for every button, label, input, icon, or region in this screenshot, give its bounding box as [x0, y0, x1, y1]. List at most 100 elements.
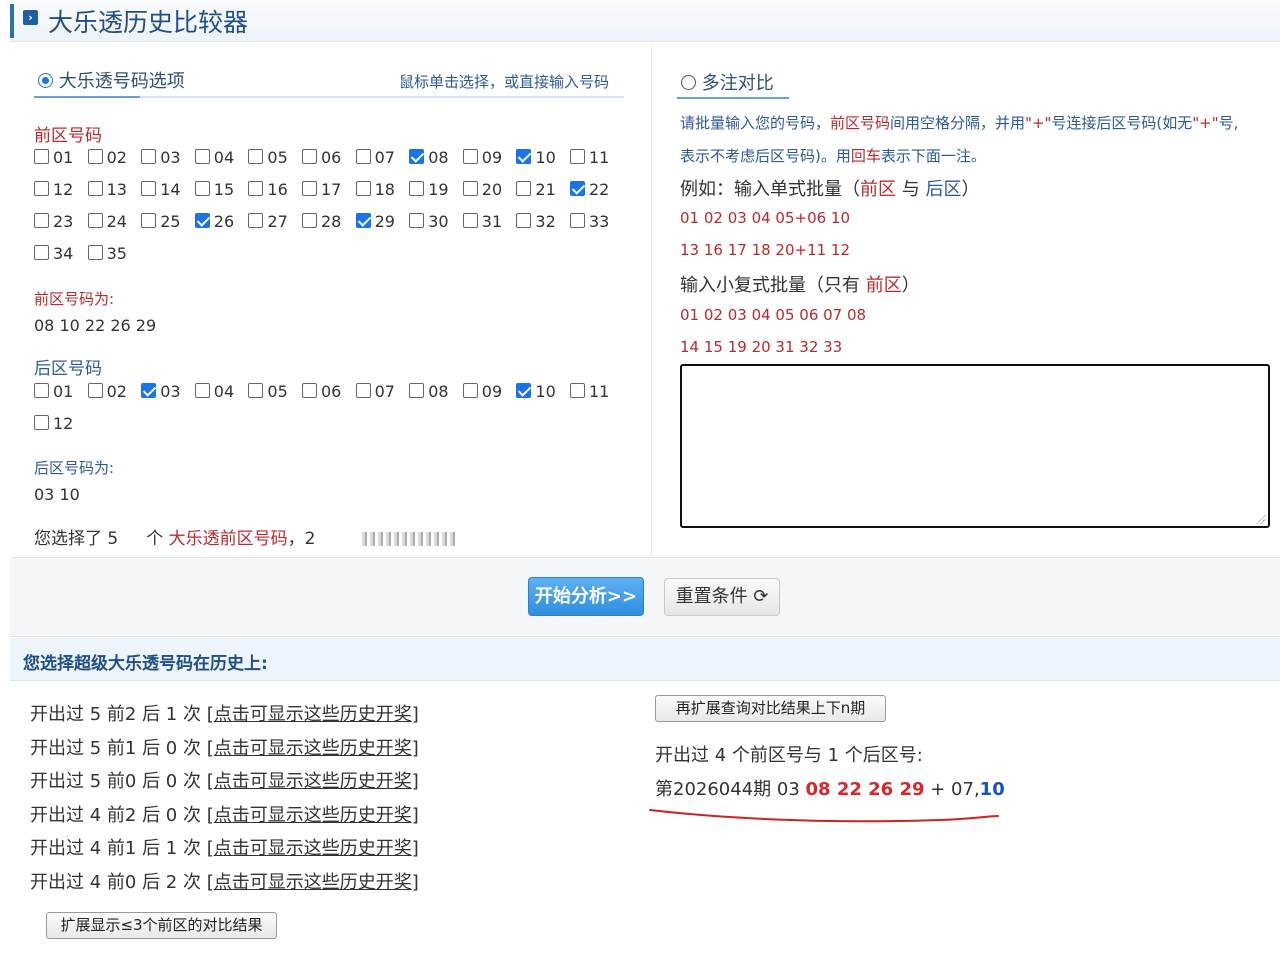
- front-number-07[interactable]: 07: [355, 148, 410, 172]
- front-number-28[interactable]: 28: [302, 212, 356, 236]
- checkbox-checked-icon[interactable]: [516, 149, 532, 164]
- front-number-19[interactable]: 19: [409, 180, 463, 204]
- checkbox-icon[interactable]: [87, 213, 103, 228]
- checkbox-icon[interactable]: [248, 181, 264, 196]
- checkbox-checked-icon[interactable]: [194, 213, 210, 228]
- back-number-11[interactable]: 11: [570, 382, 624, 406]
- reset-button[interactable]: 重置条件 ⟳: [664, 578, 780, 616]
- front-number-24[interactable]: 24: [87, 212, 142, 236]
- front-number-34[interactable]: 34: [34, 244, 88, 268]
- checkbox-icon[interactable]: [355, 383, 371, 398]
- front-number-26[interactable]: 26: [194, 212, 249, 236]
- checkbox-icon[interactable]: [87, 383, 103, 398]
- back-number-02[interactable]: 02: [87, 382, 142, 406]
- front-number-23[interactable]: 23: [34, 212, 88, 236]
- checkbox-icon[interactable]: [194, 383, 210, 398]
- checkbox-icon[interactable]: [34, 383, 49, 398]
- checkbox-icon[interactable]: [409, 383, 425, 398]
- front-number-15[interactable]: 15: [194, 180, 249, 204]
- checkbox-checked-icon[interactable]: [516, 383, 532, 398]
- checkbox-checked-icon[interactable]: [355, 213, 371, 228]
- front-number-10[interactable]: 10: [516, 148, 570, 172]
- start-analysis-button[interactable]: 开始分析>>: [528, 577, 644, 616]
- checkbox-icon[interactable]: [141, 149, 157, 164]
- back-number-03[interactable]: 03: [141, 382, 195, 406]
- show-history-link[interactable]: 点击可显示这些历史开奖: [214, 872, 412, 893]
- front-number-30[interactable]: 30: [409, 212, 463, 236]
- checkbox-checked-icon[interactable]: [570, 181, 585, 196]
- radio-unselected-icon[interactable]: [681, 75, 696, 90]
- front-number-11[interactable]: 11: [570, 148, 624, 172]
- front-number-03[interactable]: 03: [141, 148, 195, 172]
- front-number-09[interactable]: 09: [462, 148, 517, 172]
- checkbox-icon[interactable]: [516, 213, 532, 228]
- checkbox-icon[interactable]: [248, 213, 264, 228]
- front-number-18[interactable]: 18: [355, 180, 410, 204]
- front-number-13[interactable]: 13: [87, 180, 142, 204]
- checkbox-checked-icon[interactable]: [141, 383, 157, 398]
- checkbox-icon[interactable]: [302, 383, 317, 398]
- checkbox-icon[interactable]: [302, 181, 317, 196]
- checkbox-icon[interactable]: [248, 383, 264, 398]
- multi-mode-radio[interactable]: 多注对比: [681, 69, 774, 95]
- checkbox-icon[interactable]: [570, 149, 585, 164]
- front-number-05[interactable]: 05: [248, 148, 302, 172]
- checkbox-icon[interactable]: [462, 213, 478, 228]
- back-number-12[interactable]: 12: [34, 414, 88, 438]
- expand-periods-button[interactable]: 再扩展查询对比结果上下n期: [655, 695, 886, 722]
- front-number-33[interactable]: 33: [570, 212, 624, 236]
- back-number-06[interactable]: 06: [302, 382, 356, 406]
- checkbox-icon[interactable]: [462, 383, 478, 398]
- checkbox-icon[interactable]: [34, 181, 49, 196]
- resize-grip-icon[interactable]: [1256, 514, 1266, 524]
- checkbox-icon[interactable]: [355, 149, 371, 164]
- batch-numbers-textarea[interactable]: [680, 364, 1270, 528]
- back-number-10[interactable]: 10: [516, 382, 570, 406]
- checkbox-icon[interactable]: [462, 181, 478, 196]
- show-history-link[interactable]: 点击可显示这些历史开奖: [214, 805, 412, 826]
- front-number-27[interactable]: 27: [248, 212, 302, 236]
- checkbox-icon[interactable]: [302, 149, 317, 164]
- checkbox-icon[interactable]: [570, 383, 585, 398]
- front-number-12[interactable]: 12: [34, 180, 88, 204]
- checkbox-icon[interactable]: [462, 149, 478, 164]
- checkbox-icon[interactable]: [87, 181, 103, 196]
- checkbox-icon[interactable]: [194, 181, 210, 196]
- show-history-link[interactable]: 点击可显示这些历史开奖: [214, 838, 412, 859]
- show-history-link[interactable]: 点击可显示这些历史开奖: [214, 704, 412, 725]
- back-number-09[interactable]: 09: [462, 382, 517, 406]
- checkbox-icon[interactable]: [141, 213, 157, 228]
- checkbox-icon[interactable]: [302, 213, 317, 228]
- checkbox-icon[interactable]: [34, 149, 49, 164]
- radio-selected-icon[interactable]: [38, 73, 53, 88]
- checkbox-icon[interactable]: [570, 213, 585, 228]
- show-history-link[interactable]: 点击可显示这些历史开奖: [214, 738, 412, 759]
- checkbox-icon[interactable]: [409, 181, 425, 196]
- checkbox-icon[interactable]: [34, 415, 49, 430]
- single-mode-radio[interactable]: 大乐透号码选项: [38, 67, 185, 93]
- checkbox-icon[interactable]: [141, 181, 157, 196]
- back-number-01[interactable]: 01: [34, 382, 88, 406]
- front-number-32[interactable]: 32: [516, 212, 570, 236]
- front-number-16[interactable]: 16: [248, 180, 302, 204]
- front-number-20[interactable]: 20: [462, 180, 517, 204]
- checkbox-icon[interactable]: [248, 149, 264, 164]
- front-number-31[interactable]: 31: [462, 212, 517, 236]
- front-number-25[interactable]: 25: [141, 212, 195, 236]
- front-number-22[interactable]: 22: [570, 180, 624, 204]
- front-number-29[interactable]: 29: [355, 212, 410, 236]
- front-number-21[interactable]: 21: [516, 180, 570, 204]
- checkbox-icon[interactable]: [516, 181, 532, 196]
- checkbox-icon[interactable]: [87, 149, 103, 164]
- front-number-04[interactable]: 04: [194, 148, 249, 172]
- back-number-08[interactable]: 08: [409, 382, 463, 406]
- front-number-08[interactable]: 08: [409, 148, 463, 172]
- checkbox-icon[interactable]: [355, 181, 371, 196]
- front-number-02[interactable]: 02: [87, 148, 142, 172]
- checkbox-icon[interactable]: [194, 149, 210, 164]
- checkbox-icon[interactable]: [409, 213, 425, 228]
- checkbox-icon[interactable]: [87, 245, 103, 260]
- back-number-07[interactable]: 07: [355, 382, 410, 406]
- checkbox-icon[interactable]: [34, 213, 49, 228]
- show-history-link[interactable]: 点击可显示这些历史开奖: [214, 771, 412, 792]
